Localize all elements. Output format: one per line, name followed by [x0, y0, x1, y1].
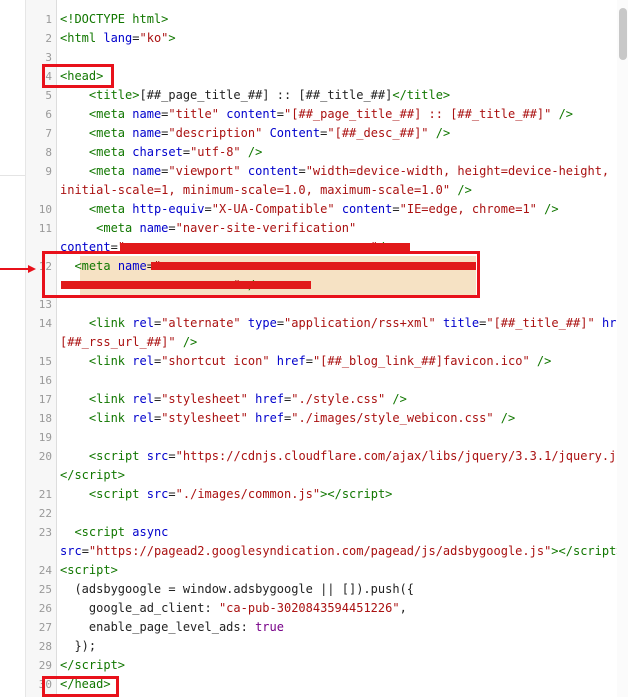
- redaction-mark: [120, 243, 410, 251]
- annotation-arrow-icon: [0, 265, 36, 273]
- code-line[interactable]: src="https://pagead2.googlesyndication.c…: [26, 542, 624, 561]
- scrollbar-thumb[interactable]: [619, 8, 627, 60]
- code-line[interactable]: 26 google_ad_client: "ca-pub-30208435944…: [26, 599, 616, 618]
- code-line[interactable]: 22: [26, 504, 616, 523]
- code-text: <script>: [60, 563, 118, 577]
- code-text: <script src="./images/common.js"></scrip…: [88, 487, 393, 501]
- code-text: </script>: [60, 658, 126, 672]
- line-number: 29: [38, 659, 52, 672]
- code-text: <meta charset="utf-8" />: [88, 145, 263, 159]
- line-number: 24: [38, 564, 52, 577]
- code-line[interactable]: 8 <meta charset="utf-8" />: [26, 143, 616, 162]
- line-number: 2: [45, 32, 52, 45]
- code-line[interactable]: 27 enable_page_level_ads: true: [26, 618, 616, 637]
- annotation-box-head-open: [42, 64, 114, 88]
- code-line[interactable]: 5 <title>[##_page_title_##] :: [##_title…: [26, 86, 616, 105]
- line-number: 19: [38, 431, 52, 444]
- code-text: google_ad_client: "ca-pub-30208435944512…: [60, 601, 407, 615]
- line-number: 7: [45, 127, 52, 140]
- line-number: 26: [38, 602, 52, 615]
- code-line[interactable]: 19: [26, 428, 616, 447]
- code-text: initial-scale=1, minimum-scale=1.0, maxi…: [60, 183, 472, 197]
- code-line[interactable]: 3: [26, 48, 616, 67]
- code-line[interactable]: 16: [26, 371, 616, 390]
- code-text: <meta http-equiv="X-UA-Compatible" conte…: [88, 202, 559, 216]
- code-line[interactable]: 1 <!DOCTYPE html>: [26, 10, 616, 29]
- code-line[interactable]: 18 <link rel="stylesheet" href="./images…: [26, 409, 616, 428]
- code-text: <meta name="viewport" content="width=dev…: [88, 164, 610, 178]
- line-number: 25: [38, 583, 52, 596]
- line-number: 11: [38, 222, 52, 235]
- code-text: [##_rss_url_##]" />: [60, 335, 198, 349]
- line-number: 17: [38, 393, 52, 406]
- code-text: <html lang="ko">: [60, 31, 176, 45]
- code-text: <link rel="alternate" type="application/…: [88, 316, 628, 330]
- code-text: </script>: [60, 468, 126, 482]
- line-number: 6: [45, 108, 52, 121]
- code-text: <link rel="stylesheet" href="./images/st…: [88, 411, 516, 425]
- code-line[interactable]: 14 <link rel="alternate" type="applicati…: [26, 314, 628, 333]
- code-line[interactable]: 25 (adsbygoogle = window.adsbygoogle || …: [26, 580, 616, 599]
- code-line[interactable]: 2 <html lang="ko">: [26, 29, 616, 48]
- code-line[interactable]: 15 <link rel="shortcut icon" href="[##_b…: [26, 352, 616, 371]
- line-number: 22: [38, 507, 52, 520]
- line-number: 27: [38, 621, 52, 634]
- code-line[interactable]: 10 <meta http-equiv="X-UA-Compatible" co…: [26, 200, 616, 219]
- code-line[interactable]: [##_rss_url_##]" />: [26, 333, 616, 352]
- line-number: 1: [45, 13, 52, 26]
- code-line[interactable]: 7 <meta name="description" Content="[##_…: [26, 124, 616, 143]
- line-number: 20: [38, 450, 52, 463]
- code-line[interactable]: 6 <meta name="title" content="[##_page_t…: [26, 105, 616, 124]
- line-number: 16: [38, 374, 52, 387]
- code-line[interactable]: 23 <script async: [26, 523, 616, 542]
- code-line[interactable]: 17 <link rel="stylesheet" href="./style.…: [26, 390, 616, 409]
- vertical-scrollbar[interactable]: [617, 0, 628, 697]
- code-line[interactable]: 28 });: [26, 637, 616, 656]
- code-text: (adsbygoogle = window.adsbygoogle || [])…: [60, 582, 415, 596]
- annotation-box-head-close: [42, 676, 119, 697]
- line-number: 23: [38, 526, 52, 539]
- code-line[interactable]: 29 </script>: [26, 656, 616, 675]
- code-text: <meta name="title" content="[##_page_tit…: [88, 107, 574, 121]
- code-line[interactable]: 24 <script>: [26, 561, 616, 580]
- code-area[interactable]: 1 <!DOCTYPE html> 2 <html lang="ko"> 3 4 <head…: [26, 0, 628, 697]
- code-text: <script async: [74, 525, 169, 539]
- code-text: <link rel="stylesheet" href="./style.css…: [88, 392, 407, 406]
- line-number: 28: [38, 640, 52, 653]
- code-text: });: [60, 639, 97, 653]
- left-panel-edge: [0, 0, 25, 697]
- line-number: 15: [38, 355, 52, 368]
- code-line[interactable]: </script>: [26, 466, 616, 485]
- line-number: 18: [38, 412, 52, 425]
- code-line[interactable]: 20 <script src="https://cdnjs.cloudflare…: [26, 447, 628, 466]
- code-text: enable_page_level_ads: true: [60, 620, 284, 634]
- code-line[interactable]: 4 <head>: [26, 67, 616, 86]
- code-text: <!DOCTYPE html>: [60, 12, 169, 26]
- line-number: 14: [38, 317, 52, 330]
- code-text: <link rel="shortcut icon" href="[##_blog…: [88, 354, 552, 368]
- code-text: src="https://pagead2.googlesyndication.c…: [60, 544, 624, 558]
- code-editor[interactable]: 1 <!DOCTYPE html> 2 <html lang="ko"> 3 4 <head…: [25, 0, 628, 697]
- line-number: 9: [45, 165, 52, 178]
- code-text: <script src="https://cdnjs.cloudflare.co…: [88, 449, 628, 463]
- code-line[interactable]: 9 <meta name="viewport" content="width=d…: [26, 162, 616, 181]
- line-number: 8: [45, 146, 52, 159]
- line-number: 21: [38, 488, 52, 501]
- annotation-box-meta-line: [42, 251, 480, 298]
- code-line[interactable]: initial-scale=1, minimum-scale=1.0, maxi…: [26, 181, 616, 200]
- code-text: <meta name="description" Content="[##_de…: [88, 126, 451, 140]
- line-number: 5: [45, 89, 52, 102]
- line-number: 10: [38, 203, 52, 216]
- code-text: <title>[##_page_title_##] :: [##_title_#…: [88, 88, 451, 102]
- code-line[interactable]: 21 <script src="./images/common.js"></sc…: [26, 485, 616, 504]
- code-text: <meta name="naver-site-verification": [96, 221, 357, 235]
- code-line[interactable]: 11 <meta name="naver-site-verification": [26, 219, 616, 238]
